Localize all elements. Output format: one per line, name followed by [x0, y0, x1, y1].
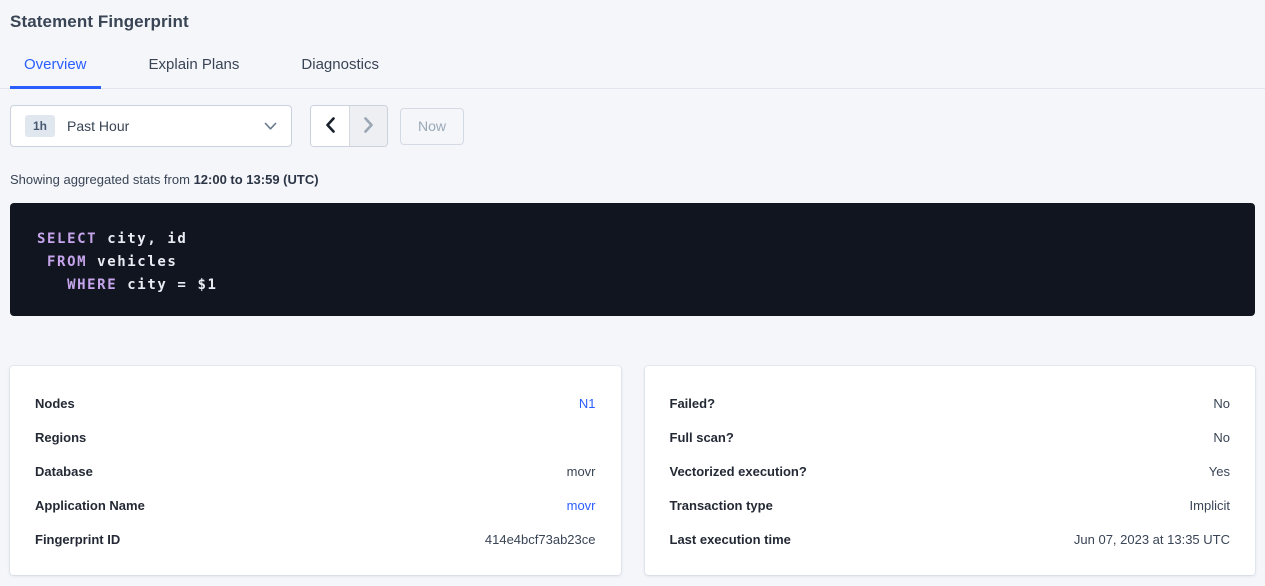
fingerprint-id-value: 414e4bcf73ab23ce [485, 532, 596, 547]
sql-text: city = $1 [117, 277, 217, 293]
last-execution-time-value: Jun 07, 2023 at 13:35 UTC [1074, 532, 1230, 547]
detail-row-failed: Failed? No [670, 386, 1231, 420]
aggregated-stats-text: Showing aggregated stats from 12:00 to 1… [10, 172, 1255, 187]
detail-row-vectorized: Vectorized execution? Yes [670, 454, 1231, 488]
detail-label: Nodes [35, 396, 75, 411]
chevron-left-icon [325, 117, 336, 136]
sql-line: WHERE city = $1 [37, 274, 1237, 297]
time-picker-row: 1h Past Hour Now [10, 105, 1255, 147]
tab-overview[interactable]: Overview [10, 56, 101, 89]
time-range-dropdown[interactable]: 1h Past Hour [10, 105, 292, 147]
sql-line: SELECT city, id [37, 228, 1237, 251]
detail-label: Regions [35, 430, 86, 445]
time-arrow-group [310, 105, 388, 147]
detail-label: Full scan? [670, 430, 734, 445]
aggregated-stats-range: 12:00 to 13:59 (UTC) [194, 172, 319, 187]
tab-explain-plans[interactable]: Explain Plans [135, 56, 254, 89]
time-range-badge: 1h [25, 115, 55, 137]
aggregated-stats-prefix: Showing aggregated stats from [10, 172, 194, 187]
detail-row-fingerprint-id: Fingerprint ID 414e4bcf73ab23ce [35, 522, 596, 556]
detail-label: Transaction type [670, 498, 773, 513]
overview-detail-cards: Nodes N1 Regions Database movr Applicati… [10, 366, 1255, 575]
sql-keyword: SELECT [37, 231, 97, 247]
detail-label: Application Name [35, 498, 145, 513]
tab-diagnostics[interactable]: Diagnostics [287, 56, 393, 89]
detail-row-database: Database movr [35, 454, 596, 488]
now-button[interactable]: Now [400, 108, 464, 145]
sql-keyword: FROM [37, 254, 87, 270]
detail-label: Vectorized execution? [670, 464, 807, 479]
next-time-button[interactable] [349, 106, 387, 146]
time-range-label: Past Hour [67, 118, 264, 134]
chevron-down-icon [264, 122, 277, 131]
statement-details-card: Nodes N1 Regions Database movr Applicati… [10, 366, 621, 575]
detail-row-application-name: Application Name movr [35, 488, 596, 522]
chevron-right-icon [363, 117, 374, 136]
detail-row-nodes: Nodes N1 [35, 386, 596, 420]
prev-time-button[interactable] [311, 106, 349, 146]
detail-row-regions: Regions [35, 420, 596, 454]
detail-row-transaction-type: Transaction type Implicit [670, 488, 1231, 522]
nodes-link[interactable]: N1 [579, 396, 596, 411]
detail-label: Failed? [670, 396, 716, 411]
detail-row-full-scan: Full scan? No [670, 420, 1231, 454]
failed-value: No [1213, 396, 1230, 411]
detail-label: Last execution time [670, 532, 791, 547]
sql-text: city, id [97, 231, 187, 247]
transaction-type-value: Implicit [1190, 498, 1230, 513]
detail-label: Database [35, 464, 93, 479]
sql-line: FROM vehicles [37, 251, 1237, 274]
vectorized-value: Yes [1209, 464, 1230, 479]
detail-label: Fingerprint ID [35, 532, 120, 547]
detail-row-last-execution: Last execution time Jun 07, 2023 at 13:3… [670, 522, 1231, 556]
app-name-link[interactable]: movr [567, 498, 596, 513]
sql-statement-box: SELECT city, id FROM vehicles WHERE city… [10, 203, 1255, 316]
sql-text: vehicles [87, 254, 177, 270]
full-scan-value: No [1213, 430, 1230, 445]
page-title: Statement Fingerprint [10, 10, 1255, 32]
execution-attributes-card: Failed? No Full scan? No Vectorized exec… [645, 366, 1256, 575]
sql-keyword: WHERE [37, 277, 117, 293]
tab-bar: Overview Explain Plans Diagnostics [10, 56, 1255, 89]
statement-fingerprint-page: Statement Fingerprint Overview Explain P… [0, 0, 1265, 575]
database-value: movr [567, 464, 596, 479]
